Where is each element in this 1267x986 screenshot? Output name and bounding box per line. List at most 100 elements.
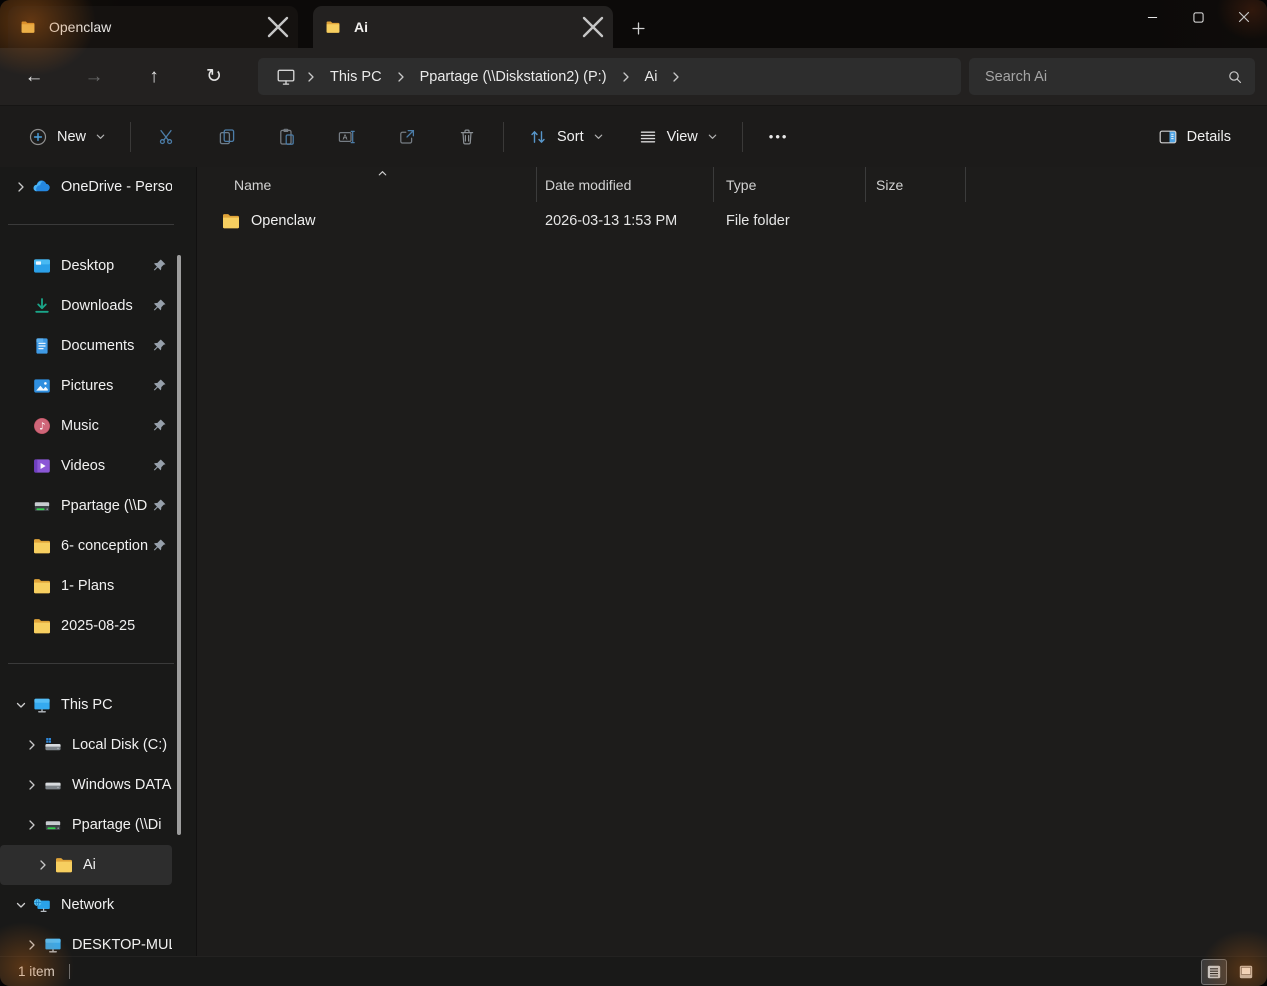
disk-icon bbox=[43, 775, 63, 795]
monitor-icon bbox=[43, 935, 63, 955]
breadcrumb-chevron-icon[interactable] bbox=[620, 71, 632, 83]
minimize-button[interactable] bbox=[1129, 0, 1175, 34]
chevron-down-icon bbox=[707, 131, 718, 142]
sort-button[interactable]: Sort bbox=[518, 118, 614, 156]
sidebar-item-1-plans[interactable]: 1- Plans bbox=[0, 566, 172, 606]
chevron-right-icon[interactable] bbox=[21, 739, 43, 751]
sidebar-item-desktop[interactable]: Desktop bbox=[0, 246, 172, 286]
refresh-button[interactable]: ↻ bbox=[194, 60, 234, 94]
column-header-row: NameDate modifiedTypeSize bbox=[197, 167, 1267, 202]
sidebar-item-6-conception[interactable]: 6- conception bbox=[0, 526, 172, 566]
sidebar-item-network[interactable]: Network bbox=[0, 885, 172, 925]
sidebar-item-2025-08-25[interactable]: 2025-08-25 bbox=[0, 606, 172, 646]
sort-arrows-icon bbox=[528, 127, 548, 147]
sidebar-item-documents[interactable]: Documents bbox=[0, 326, 172, 366]
copy-button[interactable] bbox=[205, 118, 249, 156]
network-drive-icon bbox=[32, 496, 52, 516]
file-rows: Openclaw2026-03-13 1:53 PMFile folder bbox=[197, 202, 1267, 240]
sidebar-item-ai[interactable]: Ai bbox=[0, 845, 172, 885]
sidebar-item-desktop-mul[interactable]: DESKTOP-MUL bbox=[0, 925, 172, 956]
tab-ai[interactable]: Ai bbox=[313, 6, 613, 48]
desktop-icon bbox=[32, 256, 52, 276]
sidebar-item-label: Windows DATA bbox=[72, 777, 172, 793]
close-button[interactable] bbox=[1221, 0, 1267, 34]
tab-openclaw[interactable]: Openclaw bbox=[8, 6, 298, 48]
chevron-down-icon[interactable] bbox=[10, 899, 32, 911]
pin-icon bbox=[152, 458, 167, 473]
maximize-button[interactable] bbox=[1175, 0, 1221, 34]
up-button[interactable]: ↑ bbox=[134, 60, 174, 94]
folder-icon bbox=[32, 576, 52, 596]
tab-label: Openclaw bbox=[49, 19, 266, 35]
column-header-date-modified[interactable]: Date modified bbox=[537, 167, 714, 202]
sidebar-item-ppartage-di[interactable]: Ppartage (\\Di bbox=[0, 805, 172, 845]
search-input[interactable] bbox=[985, 69, 1219, 85]
rename-button[interactable]: A bbox=[325, 118, 369, 156]
column-header-type[interactable]: Type bbox=[714, 167, 866, 202]
sidebar-item-videos[interactable]: Videos bbox=[0, 446, 172, 486]
delete-icon bbox=[457, 127, 477, 147]
tab-close-icon[interactable] bbox=[266, 15, 290, 39]
more-options-button[interactable]: ••• bbox=[757, 118, 801, 156]
chevron-down-icon[interactable] bbox=[10, 699, 32, 711]
chevron-right-icon[interactable] bbox=[32, 859, 54, 871]
column-header-size[interactable]: Size bbox=[866, 167, 966, 202]
file-list-pane: NameDate modifiedTypeSize Openclaw2026-0… bbox=[197, 167, 1267, 956]
details-pane-button[interactable]: Details bbox=[1148, 118, 1241, 156]
chevron-right-icon[interactable] bbox=[21, 779, 43, 791]
delete-button[interactable] bbox=[445, 118, 489, 156]
sidebar-item-downloads[interactable]: Downloads bbox=[0, 286, 172, 326]
paste-button[interactable] bbox=[265, 118, 309, 156]
view-button[interactable]: View bbox=[628, 118, 728, 156]
folder-icon bbox=[221, 211, 241, 231]
large-icons-view-button[interactable] bbox=[1233, 959, 1259, 985]
toolbar-separator bbox=[742, 122, 743, 152]
breadcrumb-chevron-icon[interactable] bbox=[670, 71, 682, 83]
sidebar-item-this-pc[interactable]: This PC bbox=[0, 685, 172, 725]
network-drive-icon bbox=[43, 815, 63, 835]
sidebar-item-windows-data[interactable]: Windows DATA bbox=[0, 765, 172, 805]
breadcrumb-chevron-icon[interactable] bbox=[395, 71, 407, 83]
chevron-right-icon[interactable] bbox=[21, 819, 43, 831]
share-button[interactable] bbox=[385, 118, 429, 156]
sidebar-item-pictures[interactable]: Pictures bbox=[0, 366, 172, 406]
details-view-button[interactable] bbox=[1201, 959, 1227, 985]
file-row-openclaw[interactable]: Openclaw2026-03-13 1:53 PMFile folder bbox=[197, 202, 1267, 240]
breadcrumb-item[interactable]: Ai bbox=[639, 65, 664, 89]
file-action-buttons: A bbox=[145, 118, 489, 156]
tab-close-icon[interactable] bbox=[581, 15, 605, 39]
navigation-bar: ← → ↑ ↻ This PC Ppartage (\\Diskstation2)… bbox=[0, 48, 1267, 105]
pin-icon bbox=[152, 258, 167, 273]
sidebar-item-label: Ppartage (\\Di bbox=[72, 817, 172, 833]
navigation-pane: OneDrive - Perso DesktopDownloadsDocument… bbox=[0, 167, 197, 956]
sidebar-item-label: DESKTOP-MUL bbox=[72, 937, 172, 953]
pin-icon bbox=[152, 298, 167, 313]
pictures-icon bbox=[32, 376, 52, 396]
music-icon: ♪ bbox=[32, 416, 52, 436]
search-box[interactable] bbox=[969, 58, 1255, 95]
breadcrumb-item[interactable]: Ppartage (\\Diskstation2) (P:) bbox=[414, 65, 613, 89]
breadcrumb-item[interactable]: This PC bbox=[324, 65, 388, 89]
onedrive-icon bbox=[32, 177, 52, 197]
breadcrumb: This PC Ppartage (\\Diskstation2) (P:) Ai bbox=[298, 65, 689, 89]
chevron-right-icon[interactable] bbox=[10, 181, 32, 193]
details-button-label: Details bbox=[1187, 129, 1231, 145]
item-count: 1 item bbox=[18, 964, 55, 979]
breadcrumb-chevron-icon[interactable] bbox=[305, 71, 317, 83]
sidebar-item-music[interactable]: ♪Music bbox=[0, 406, 172, 446]
new-button[interactable]: New bbox=[18, 118, 116, 156]
sidebar-scrollbar[interactable] bbox=[177, 255, 181, 835]
chevron-right-icon[interactable] bbox=[21, 939, 43, 951]
plus-icon bbox=[632, 20, 645, 33]
back-button[interactable]: ← bbox=[14, 60, 54, 94]
new-tab-button[interactable] bbox=[625, 13, 651, 39]
address-bar[interactable]: This PC Ppartage (\\Diskstation2) (P:) Ai bbox=[258, 58, 961, 95]
forward-button[interactable]: → bbox=[74, 60, 114, 94]
sidebar-item-local-disk-c[interactable]: Local Disk (C:) bbox=[0, 725, 172, 765]
folder-icon bbox=[54, 855, 74, 875]
cut-button[interactable] bbox=[145, 118, 189, 156]
sidebar-item-onedrive-perso[interactable]: OneDrive - Perso bbox=[0, 167, 172, 207]
column-header-name[interactable]: Name bbox=[197, 167, 537, 202]
new-button-label: New bbox=[57, 129, 86, 145]
sidebar-item-ppartage-d[interactable]: Ppartage (\\D bbox=[0, 486, 172, 526]
